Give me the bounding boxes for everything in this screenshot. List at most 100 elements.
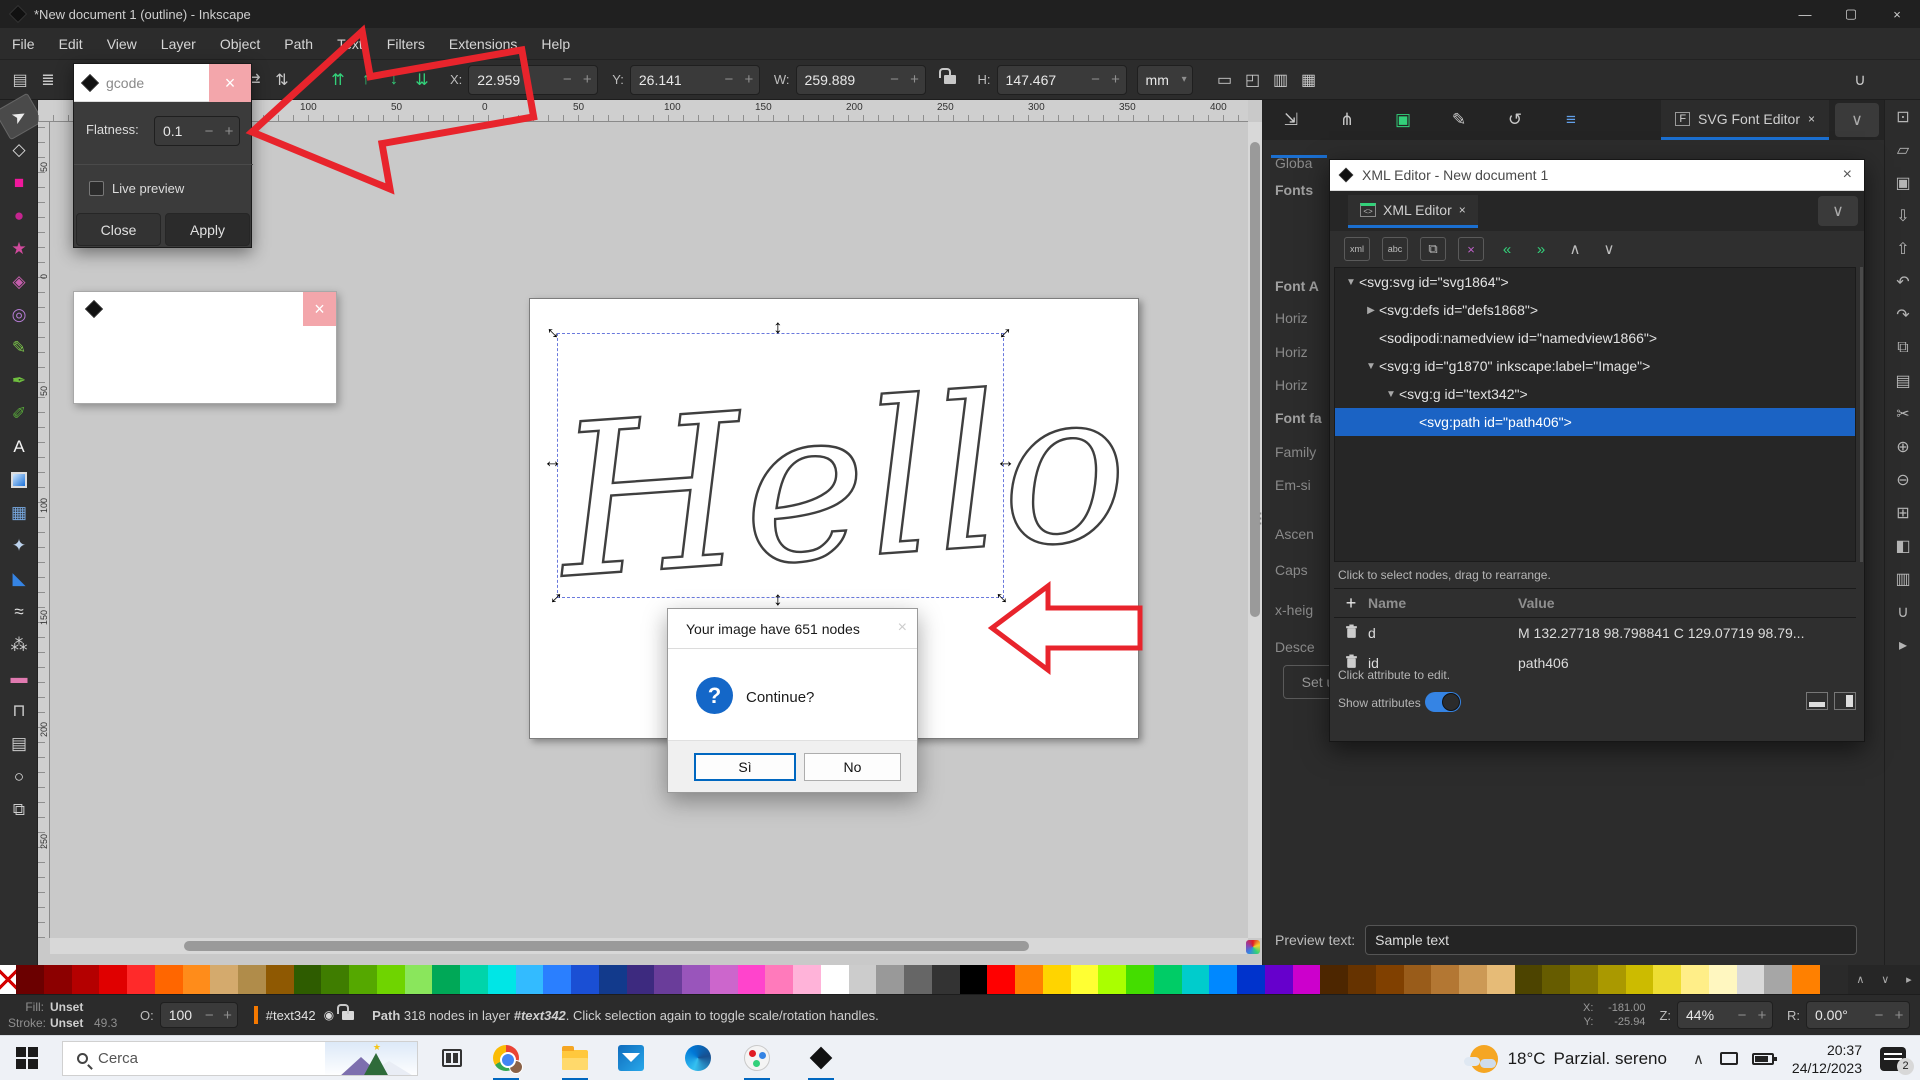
horizontal-scrollbar[interactable] <box>50 938 1248 954</box>
maximize-button[interactable]: ▢ <box>1828 0 1874 28</box>
color-swatch[interactable] <box>1486 965 1515 994</box>
color-swatch[interactable] <box>349 965 377 994</box>
task-view-button[interactable] <box>437 1043 467 1073</box>
lock-ratio-icon[interactable] <box>936 66 964 94</box>
color-swatch[interactable] <box>321 965 349 994</box>
tree-expander-icon[interactable]: ▼ <box>1383 389 1399 400</box>
color-swatch[interactable] <box>1514 965 1543 994</box>
color-swatch[interactable] <box>682 965 710 994</box>
indent-node-icon[interactable]: » <box>1530 237 1552 261</box>
fill-stroke-indicator[interactable]: Fill: Unset Stroke: Unset 49.3 <box>8 999 124 1031</box>
color-swatch[interactable] <box>1237 965 1265 994</box>
palette-scroll-down-icon[interactable]: ∨ <box>1881 973 1889 986</box>
taskbar-chrome-icon[interactable] <box>491 1043 523 1074</box>
h-increment[interactable]: + <box>1106 71 1126 88</box>
rotation-spinner[interactable]: 0.00° − + <box>1806 1001 1910 1029</box>
flatness-decrement[interactable]: − <box>199 123 219 140</box>
xml-editor-close-button[interactable]: × <box>1843 166 1852 184</box>
menu-object[interactable]: Object <box>208 28 272 60</box>
color-managed-view-icon[interactable] <box>1246 940 1260 954</box>
color-swatch[interactable] <box>1348 965 1376 994</box>
color-swatch[interactable] <box>71 965 100 994</box>
tweak-tool[interactable]: ≈ <box>0 595 38 628</box>
xml-tree-node[interactable]: ▼ <svg:g id="text342"> <box>1335 380 1855 408</box>
lower-to-bottom-icon[interactable]: ⇊ <box>408 66 436 94</box>
zoom-in-icon[interactable]: ⊕ <box>1885 430 1920 463</box>
menu-view[interactable]: View <box>95 28 149 60</box>
new-text-node-icon[interactable]: abc <box>1382 237 1408 261</box>
tree-expander-icon[interactable]: ▼ <box>1343 277 1359 288</box>
zoom-out-icon[interactable]: ⊖ <box>1885 463 1920 496</box>
lower-icon[interactable]: ↓ <box>380 66 408 94</box>
dropper-tool[interactable]: ✦ <box>0 529 38 562</box>
color-swatch[interactable] <box>543 965 571 994</box>
ellipse-tool[interactable]: ● <box>0 199 38 232</box>
color-swatch[interactable] <box>1459 965 1487 994</box>
x-decrement[interactable]: − <box>557 71 577 88</box>
no-button[interactable]: No <box>804 753 901 781</box>
y-spinner[interactable]: 26.141 − + <box>629 64 760 95</box>
color-swatch[interactable] <box>1708 965 1737 994</box>
color-swatch[interactable] <box>626 965 655 994</box>
xml-tree-node[interactable]: <svg:path id="path406"> <box>1335 408 1855 436</box>
scale-gradient-icon[interactable]: ▥ <box>1267 66 1295 94</box>
object-properties-icon[interactable]: ▤ <box>6 66 34 94</box>
object-list-icon[interactable]: ≣ <box>34 66 62 94</box>
mesh-tool[interactable]: ▦ <box>0 496 38 529</box>
xml-tree-node[interactable]: ▼ <svg:g id="g1870" inkscape:label="Image… <box>1335 352 1855 380</box>
layer-lock-icon[interactable] <box>337 1003 355 1020</box>
color-swatch[interactable] <box>1209 965 1237 994</box>
color-swatch[interactable] <box>1625 965 1654 994</box>
fill-stroke-icon[interactable]: ◧ <box>1885 529 1920 562</box>
export-dialog-icon[interactable]: ⇲ <box>1263 110 1319 130</box>
color-swatch[interactable] <box>904 965 932 994</box>
pencil-tool[interactable]: ✎ <box>0 331 38 364</box>
color-swatch[interactable] <box>16 965 44 994</box>
small-window-close-button[interactable]: × <box>303 292 336 326</box>
color-swatch[interactable] <box>793 965 821 994</box>
y-increment[interactable]: + <box>739 71 759 88</box>
color-swatch[interactable] <box>265 965 294 994</box>
h-decrement[interactable]: − <box>1086 71 1106 88</box>
xml-tab-close-icon[interactable]: × <box>1459 203 1466 217</box>
scale-pattern-icon[interactable]: ▦ <box>1295 66 1323 94</box>
attribute-name[interactable]: d <box>1368 625 1518 641</box>
new-element-node-icon[interactable]: xml <box>1344 237 1370 261</box>
color-swatch[interactable] <box>1736 965 1765 994</box>
color-swatch[interactable] <box>1042 965 1071 994</box>
spiral-tool[interactable]: ◎ <box>0 298 38 331</box>
snapping-toggle-icon[interactable]: ∪ <box>1846 66 1874 94</box>
gcode-close-button[interactable]: × <box>209 64 251 102</box>
weather-temp[interactable]: 18°C <box>1508 1049 1546 1069</box>
minimize-button[interactable]: — <box>1782 0 1828 28</box>
menu-filters[interactable]: Filters <box>375 28 437 60</box>
taskbar-search[interactable]: Cerca ★ <box>62 1041 418 1076</box>
image-dialog-icon[interactable]: ▣ <box>1375 110 1431 130</box>
attribute-row[interactable]: dM 132.27718 98.798841 C 129.07719 98.79… <box>1334 618 1856 648</box>
start-button[interactable] <box>16 1047 38 1069</box>
selection-marquee[interactable] <box>557 333 1004 598</box>
dock-overflow-chevron[interactable]: ∨ <box>1835 103 1879 137</box>
battery-icon[interactable] <box>1751 1052 1777 1065</box>
color-swatch[interactable] <box>1403 965 1432 994</box>
taskbar-explorer-icon[interactable] <box>560 1043 590 1073</box>
menu-text[interactable]: Text <box>325 28 375 60</box>
color-swatch[interactable] <box>487 965 516 994</box>
zoom-tool[interactable]: ○ <box>0 760 38 793</box>
xml-tree-node[interactable]: <sodipodi:namedview id="namedview1866"> <box>1335 324 1855 352</box>
box3d-tool[interactable]: ◈ <box>0 265 38 298</box>
cut-icon[interactable]: ✂ <box>1885 397 1920 430</box>
tree-expander-icon[interactable]: ▶ <box>1363 305 1379 316</box>
xml-tree-node[interactable]: ▶ <svg:defs id="defs1868"> <box>1335 296 1855 324</box>
horizontal-scrollbar-thumb[interactable] <box>184 941 1029 951</box>
color-swatch[interactable] <box>737 965 766 994</box>
zoom-decrement[interactable]: − <box>1732 1007 1752 1024</box>
color-swatch[interactable] <box>238 965 266 994</box>
rotation-increment[interactable]: + <box>1889 1007 1909 1024</box>
rotation-decrement[interactable]: − <box>1869 1007 1889 1024</box>
flatness-spinner[interactable]: 0.1 − + <box>154 116 240 146</box>
scale-stroke-icon[interactable]: ▭ <box>1211 66 1239 94</box>
taskbar-edge-icon[interactable] <box>683 1043 713 1073</box>
dock-resize-grip[interactable]: ⋮ <box>1253 511 1268 526</box>
color-swatch[interactable] <box>987 965 1015 994</box>
